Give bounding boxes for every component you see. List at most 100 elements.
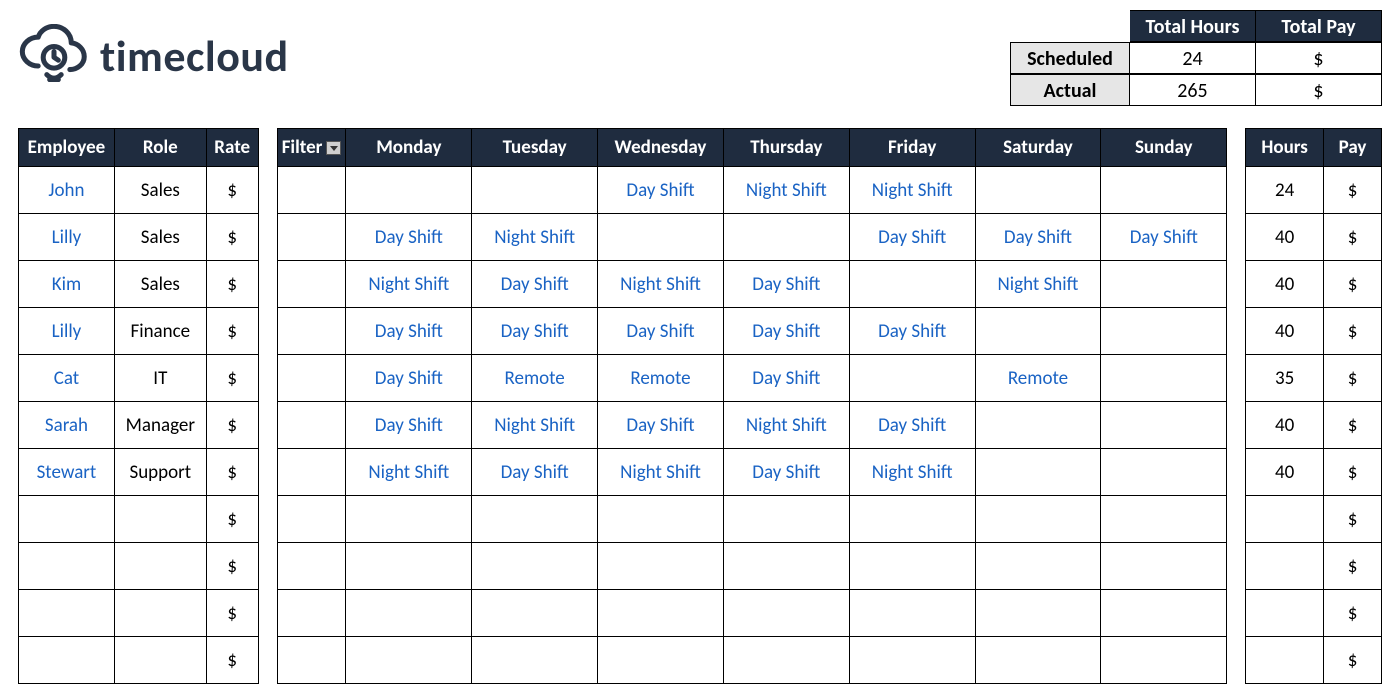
- shift-cell[interactable]: [598, 543, 724, 590]
- row-hours[interactable]: [1246, 590, 1324, 637]
- shift-cell[interactable]: Night Shift: [598, 449, 724, 496]
- employee-name[interactable]: Kim: [19, 261, 115, 308]
- employee-rate[interactable]: $: [206, 637, 258, 684]
- shift-cell[interactable]: [1101, 308, 1227, 355]
- row-pay[interactable]: $: [1324, 590, 1382, 637]
- shift-cell[interactable]: [975, 449, 1101, 496]
- employee-name[interactable]: John: [19, 167, 115, 214]
- filter-cell[interactable]: [277, 214, 346, 261]
- col-rate[interactable]: Rate: [206, 129, 258, 167]
- shift-cell[interactable]: [1101, 637, 1227, 684]
- filter-cell[interactable]: [277, 543, 346, 590]
- shift-cell[interactable]: [598, 496, 724, 543]
- employee-name[interactable]: Lilly: [19, 214, 115, 261]
- col-day-wednesday[interactable]: Wednesday: [598, 129, 724, 167]
- employee-name[interactable]: Cat: [19, 355, 115, 402]
- shift-cell[interactable]: [975, 308, 1101, 355]
- shift-cell[interactable]: [849, 590, 975, 637]
- shift-cell[interactable]: Night Shift: [849, 449, 975, 496]
- col-day-thursday[interactable]: Thursday: [723, 129, 849, 167]
- shift-cell[interactable]: [975, 543, 1101, 590]
- shift-cell[interactable]: Day Shift: [975, 214, 1101, 261]
- shift-cell[interactable]: Night Shift: [849, 167, 975, 214]
- employee-role[interactable]: Sales: [114, 214, 206, 261]
- shift-cell[interactable]: [1101, 590, 1227, 637]
- filter-cell[interactable]: [277, 637, 346, 684]
- employee-name[interactable]: Stewart: [19, 449, 115, 496]
- shift-cell[interactable]: [1101, 449, 1227, 496]
- employee-rate[interactable]: $: [206, 543, 258, 590]
- row-hours[interactable]: 24: [1246, 167, 1324, 214]
- shift-cell[interactable]: Day Shift: [346, 214, 472, 261]
- employee-role[interactable]: [114, 637, 206, 684]
- employee-name[interactable]: Lilly: [19, 308, 115, 355]
- shift-cell[interactable]: [1101, 355, 1227, 402]
- employee-rate[interactable]: $: [206, 261, 258, 308]
- employee-rate[interactable]: $: [206, 496, 258, 543]
- shift-cell[interactable]: Night Shift: [346, 261, 472, 308]
- employee-role[interactable]: [114, 543, 206, 590]
- employee-name[interactable]: [19, 496, 115, 543]
- shift-cell[interactable]: [472, 637, 598, 684]
- shift-cell[interactable]: [849, 496, 975, 543]
- shift-cell[interactable]: Day Shift: [598, 167, 724, 214]
- shift-cell[interactable]: [598, 214, 724, 261]
- employee-rate[interactable]: $: [206, 308, 258, 355]
- filter-cell[interactable]: [277, 496, 346, 543]
- row-hours[interactable]: 40: [1246, 449, 1324, 496]
- row-pay[interactable]: $: [1324, 543, 1382, 590]
- shift-cell[interactable]: Day Shift: [346, 402, 472, 449]
- shift-cell[interactable]: Day Shift: [346, 355, 472, 402]
- shift-cell[interactable]: [975, 402, 1101, 449]
- col-employee[interactable]: Employee: [19, 129, 115, 167]
- row-pay[interactable]: $: [1324, 308, 1382, 355]
- row-hours[interactable]: [1246, 543, 1324, 590]
- row-pay[interactable]: $: [1324, 402, 1382, 449]
- shift-cell[interactable]: [346, 590, 472, 637]
- shift-cell[interactable]: Remote: [975, 355, 1101, 402]
- shift-cell[interactable]: Day Shift: [472, 261, 598, 308]
- shift-cell[interactable]: Remote: [472, 355, 598, 402]
- shift-cell[interactable]: Night Shift: [723, 167, 849, 214]
- shift-cell[interactable]: [472, 543, 598, 590]
- filter-cell[interactable]: [277, 167, 346, 214]
- shift-cell[interactable]: [1101, 496, 1227, 543]
- shift-cell[interactable]: [723, 214, 849, 261]
- shift-cell[interactable]: [849, 261, 975, 308]
- employee-role[interactable]: Sales: [114, 167, 206, 214]
- shift-cell[interactable]: [472, 496, 598, 543]
- shift-cell[interactable]: [472, 167, 598, 214]
- shift-cell[interactable]: [723, 543, 849, 590]
- shift-cell[interactable]: Day Shift: [849, 214, 975, 261]
- employee-rate[interactable]: $: [206, 167, 258, 214]
- shift-cell[interactable]: [346, 496, 472, 543]
- shift-cell[interactable]: [346, 637, 472, 684]
- shift-cell[interactable]: [1101, 167, 1227, 214]
- employee-rate[interactable]: $: [206, 449, 258, 496]
- shift-cell[interactable]: Day Shift: [849, 308, 975, 355]
- employee-name[interactable]: [19, 637, 115, 684]
- shift-cell[interactable]: [975, 167, 1101, 214]
- col-day-monday[interactable]: Monday: [346, 129, 472, 167]
- col-day-tuesday[interactable]: Tuesday: [472, 129, 598, 167]
- filter-cell[interactable]: [277, 402, 346, 449]
- row-hours[interactable]: 40: [1246, 402, 1324, 449]
- shift-cell[interactable]: [975, 637, 1101, 684]
- shift-cell[interactable]: [849, 543, 975, 590]
- shift-cell[interactable]: [975, 590, 1101, 637]
- shift-cell[interactable]: Day Shift: [598, 402, 724, 449]
- filter-cell[interactable]: [277, 308, 346, 355]
- employee-role[interactable]: IT: [114, 355, 206, 402]
- row-hours[interactable]: 40: [1246, 261, 1324, 308]
- shift-cell[interactable]: Day Shift: [346, 308, 472, 355]
- employee-role[interactable]: Manager: [114, 402, 206, 449]
- shift-cell[interactable]: [849, 355, 975, 402]
- col-day-saturday[interactable]: Saturday: [975, 129, 1101, 167]
- employee-name[interactable]: [19, 543, 115, 590]
- col-filter[interactable]: Filter: [277, 129, 346, 167]
- col-day-sunday[interactable]: Sunday: [1101, 129, 1227, 167]
- shift-cell[interactable]: Night Shift: [472, 214, 598, 261]
- row-pay[interactable]: $: [1324, 496, 1382, 543]
- shift-cell[interactable]: [346, 543, 472, 590]
- shift-cell[interactable]: [598, 637, 724, 684]
